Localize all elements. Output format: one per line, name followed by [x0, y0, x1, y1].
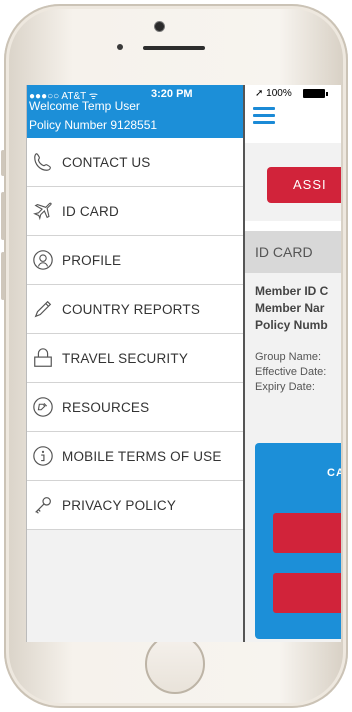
menu-item-label: CONTACT US	[62, 154, 151, 170]
menu-item-label: PRIVACY POLICY	[62, 497, 177, 513]
app-navbar	[245, 103, 341, 143]
policy-info: Group Name: Effective Date: Expiry Date:	[255, 350, 341, 395]
profile-icon	[32, 249, 54, 271]
earpiece-speaker	[143, 46, 205, 50]
group-name-label: Group Name:	[255, 351, 322, 363]
status-time: 3:20 PM	[151, 88, 193, 100]
airplane-icon	[32, 200, 54, 222]
pen-icon	[32, 298, 54, 320]
menu-item-resources[interactable]: RESOURCES	[27, 383, 243, 432]
menu-item-contact-us[interactable]: CONTACT US	[27, 138, 243, 187]
menu-item-label: COUNTRY REPORTS	[62, 301, 201, 317]
info-icon	[32, 445, 54, 467]
hamburger-menu-icon[interactable]	[253, 107, 275, 124]
menu-item-travel-security[interactable]: TRAVEL SECURITY	[27, 334, 243, 383]
menu-item-mobile-terms[interactable]: MOBILE TERMS OF USE	[27, 432, 243, 481]
menu-item-label: MOBILE TERMS OF USE	[62, 448, 222, 464]
menu-item-label: TRAVEL SECURITY	[62, 350, 189, 366]
front-camera	[155, 22, 164, 31]
member-name-label: Member Nar	[255, 301, 325, 315]
section-title: ID CARD	[245, 231, 341, 273]
menu-item-id-card[interactable]: ID CARD	[27, 187, 243, 236]
battery-percent: ➚ 100%	[255, 88, 292, 99]
home-button[interactable]	[145, 634, 205, 694]
battery-icon	[303, 89, 328, 98]
policy-number: Policy Number 9128551	[29, 118, 158, 132]
drawer-empty-area	[27, 530, 243, 642]
lock-icon	[32, 347, 54, 369]
resources-icon	[32, 396, 54, 418]
key-icon	[32, 494, 54, 516]
menu-item-label: ID CARD	[62, 203, 119, 219]
card-action-button-1[interactable]	[273, 513, 341, 553]
member-details: Member ID C Member Nar Policy Numb	[255, 283, 341, 334]
menu-item-label: PROFILE	[62, 252, 122, 268]
policy-number-label: Policy Numb	[255, 318, 328, 332]
divider	[245, 221, 341, 231]
side-drawer: ●●●○○ AT&T ᯤ 3:20 PM Welcome Temp User P…	[27, 85, 243, 642]
effective-date-label: Effective Date:	[255, 366, 327, 378]
expiry-date-label: Expiry Date:	[255, 381, 315, 393]
drawer-header: ●●●○○ AT&T ᯤ 3:20 PM Welcome Temp User P…	[27, 85, 243, 138]
menu-item-privacy-policy[interactable]: PRIVACY POLICY	[27, 481, 243, 530]
card-action-button-2[interactable]	[273, 573, 341, 613]
screen: ➚ 100% ASSI ID CARD Member ID C Member N…	[26, 85, 341, 642]
menu-item-profile[interactable]: PROFILE	[27, 236, 243, 285]
member-id-label: Member ID C	[255, 284, 329, 298]
menu-item-label: RESOURCES	[62, 399, 150, 415]
card-panel-label: CA	[327, 467, 341, 479]
app-content: ➚ 100% ASSI ID CARD Member ID C Member N…	[243, 85, 341, 642]
card-panel: CA	[255, 443, 341, 639]
status-bar-right: ➚ 100%	[245, 85, 341, 103]
phone-icon	[32, 151, 54, 173]
menu-item-country-reports[interactable]: COUNTRY REPORTS	[27, 285, 243, 334]
drawer-menu: CONTACT US ID CARD PROFILE COUNTRY REPOR…	[27, 138, 243, 530]
volume-down-button	[1, 252, 5, 300]
assistance-button[interactable]: ASSI	[267, 167, 341, 203]
sensor	[117, 44, 123, 50]
volume-up-button	[1, 192, 5, 240]
welcome-text: Welcome Temp User	[29, 99, 140, 113]
mute-switch	[1, 150, 5, 176]
